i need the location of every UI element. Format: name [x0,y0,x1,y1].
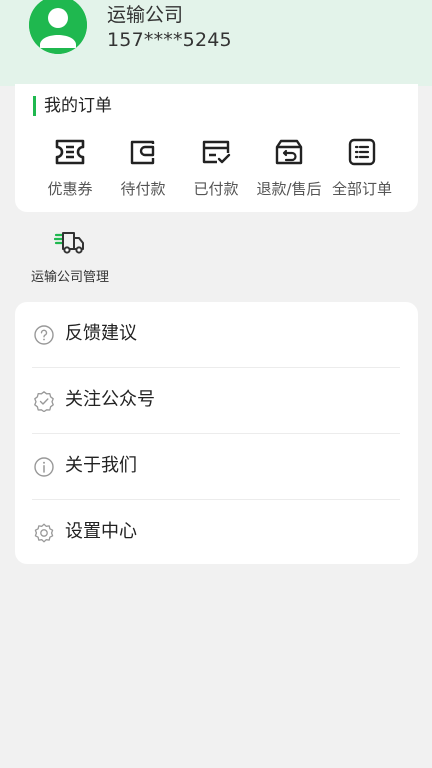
info-circle-icon [34,457,54,477]
order-all-button[interactable]: 全部订单 [324,136,400,206]
paid-card-icon [202,140,231,164]
company-management-button[interactable]: 运输公司管理 [20,226,120,288]
menu-item-about-us[interactable]: 关于我们 [15,434,418,500]
wallet-icon [130,140,155,165]
order-paid-label: 已付款 [193,180,239,198]
coupon-icon [55,139,85,165]
menu-item-about-us-label: 关于我们 [65,455,137,476]
truck-icon [54,232,84,254]
order-refund-button[interactable]: 退款/售后 [251,136,327,206]
gear-icon [34,523,54,543]
profile-header: 运输公司 157****5245 [0,0,432,86]
order-refund-label: 退款/售后 [256,180,322,198]
order-all-label: 全部订单 [331,180,392,198]
avatar[interactable] [29,0,87,54]
order-pending-payment-label: 待付款 [120,180,166,198]
order-coupon-button[interactable]: 优惠券 [32,136,108,206]
list-icon [348,138,376,166]
order-pending-payment-button[interactable]: 待付款 [105,136,181,206]
menu-item-settings-label: 设置中心 [65,521,137,542]
menu-item-feedback[interactable]: 反馈建议 [15,302,418,368]
company-management-label: 运输公司管理 [30,270,109,285]
order-coupon-label: 优惠券 [47,180,93,198]
orders-title: 我的订单 [44,96,112,116]
menu-item-follow-account[interactable]: 关注公众号 [15,368,418,434]
user-avatar-icon [29,0,87,54]
company-name: 运输公司 [107,4,184,26]
settings-menu-card: 反馈建议 关注公众号 关于我们 设置中心 [15,302,418,564]
menu-item-follow-account-label: 关注公众号 [65,389,155,410]
badge-check-icon [34,391,54,412]
menu-item-settings[interactable]: 设置中心 [15,500,418,566]
refund-icon [275,139,303,165]
question-circle-icon [34,325,54,345]
menu-item-feedback-label: 反馈建议 [65,323,137,344]
phone-number: 157****5245 [107,29,232,51]
title-accent-bar [33,96,36,116]
my-orders-card: 我的订单 优惠券 待付款 已付款 退款/售后 全部订单 [15,84,418,212]
order-paid-button[interactable]: 已付款 [178,136,254,206]
